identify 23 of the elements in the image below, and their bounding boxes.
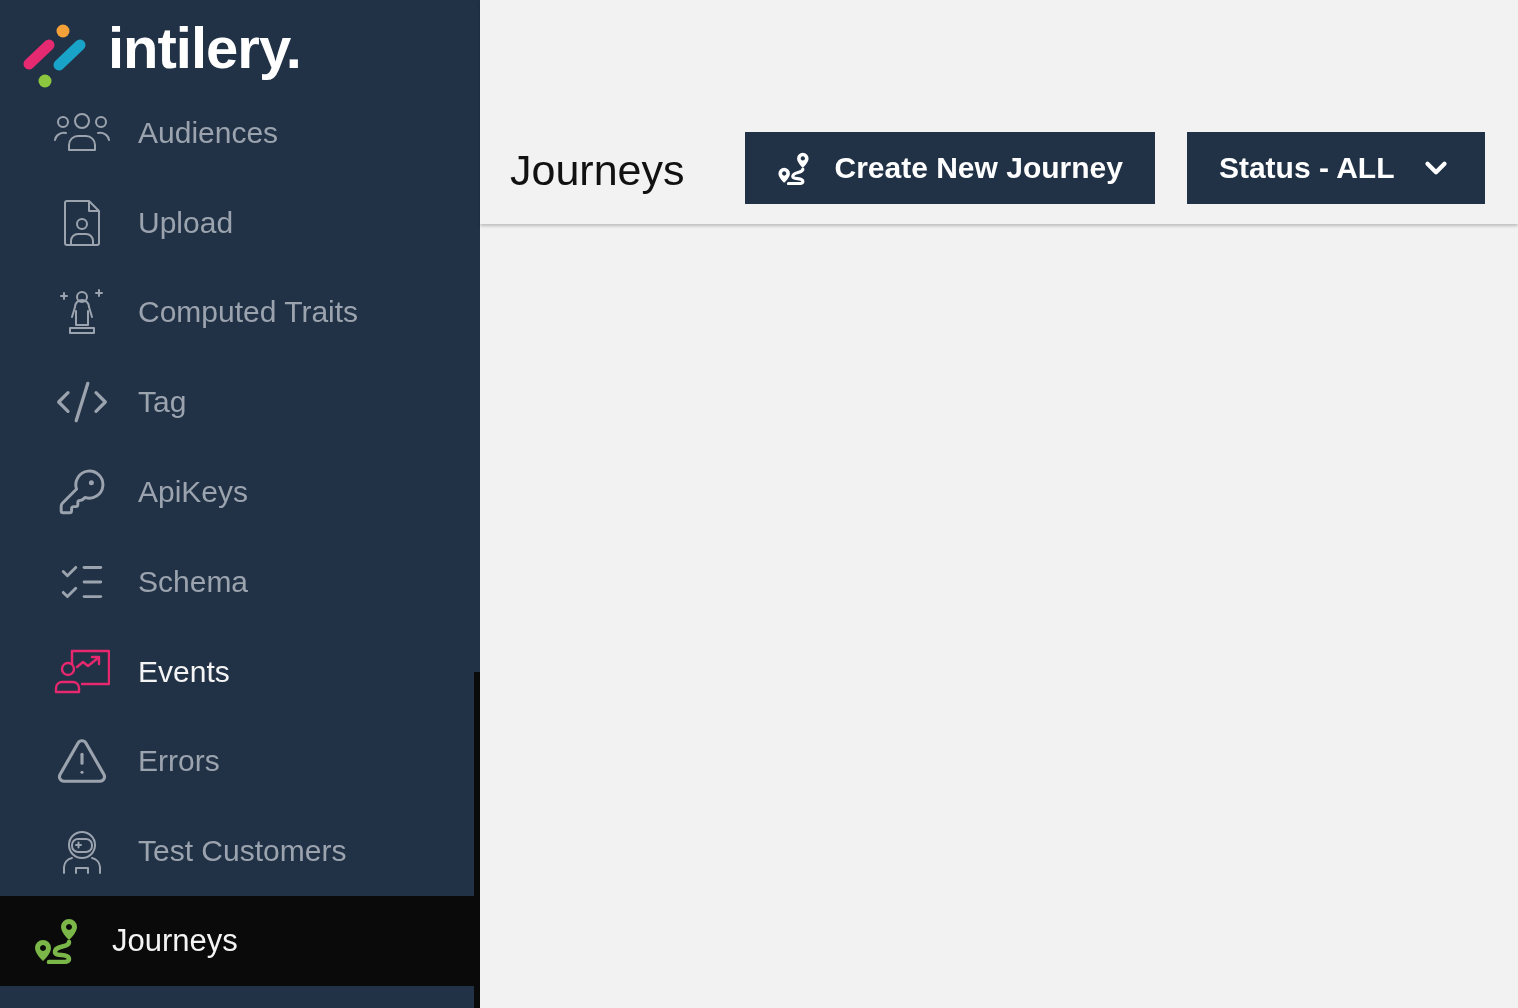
person-file-icon [64, 199, 100, 246]
nav-item[interactable]: Errors [0, 716, 474, 807]
route-icon [33, 918, 79, 965]
page-title: Journeys [510, 144, 685, 195]
scrollbar-thumb[interactable] [474, 672, 480, 1008]
logo-wordmark: intilery. [108, 16, 301, 80]
nav-item[interactable]: Computed Traits [0, 267, 474, 358]
logo-mark-icon [22, 24, 88, 88]
nav-item[interactable]: Upload [0, 177, 474, 268]
nav-item[interactable]: ApiKeys [0, 447, 474, 537]
status-filter-dropdown[interactable]: Status - ALL [1186, 132, 1486, 204]
presentation-chart-icon [54, 649, 110, 695]
nav-item[interactable]: Tag [0, 357, 474, 448]
create-journey-button[interactable]: Create New Journey [745, 132, 1155, 204]
nav-item[interactable]: Schema [0, 537, 474, 627]
people-group-icon [54, 113, 110, 153]
astronaut-icon [62, 828, 102, 874]
nav-item[interactable]: Journeys [0, 896, 474, 986]
nav-item[interactable]: Test Customers [0, 806, 474, 897]
nav-item[interactable]: Audiences [0, 88, 474, 178]
person-statue-sparkle-icon [59, 289, 105, 336]
route-icon [777, 151, 811, 185]
nav-item[interactable]: Events [0, 626, 474, 717]
